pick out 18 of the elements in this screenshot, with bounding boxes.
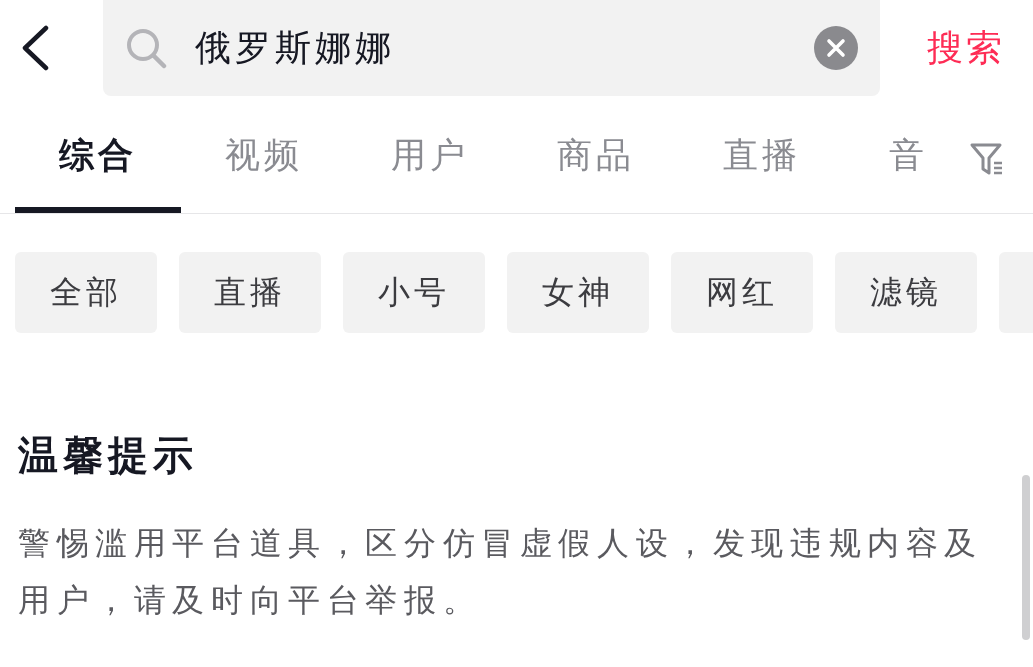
filter-chip[interactable]: 直播 [179, 252, 321, 333]
notice-text: 警惕滥用平台道具，区分仿冒虚假人设，发现违规内容及用户，请及时向平台举报。 [18, 523, 984, 621]
filter-chip[interactable]: 全部 [15, 252, 157, 333]
filter-chip[interactable]: 网红 [671, 252, 813, 333]
clear-icon [814, 26, 858, 70]
search-button[interactable]: 搜索 [927, 17, 1005, 79]
filter-chip[interactable]: 滤镜 [835, 252, 977, 333]
filter-chip[interactable]: 女神 [507, 252, 649, 333]
search-field[interactable]: 俄罗斯娜娜 [103, 0, 880, 96]
filter-chip[interactable]: 小号 [343, 252, 485, 333]
notice-title: 温馨提示 [18, 431, 198, 480]
back-button[interactable] [20, 25, 50, 71]
search-input[interactable]: 俄罗斯娜娜 [195, 27, 814, 69]
search-icon [125, 27, 167, 69]
clear-button[interactable] [814, 26, 858, 70]
back-chevron-icon [20, 25, 50, 71]
filter-icon [969, 141, 1005, 176]
tab[interactable]: 综合 [15, 110, 181, 213]
